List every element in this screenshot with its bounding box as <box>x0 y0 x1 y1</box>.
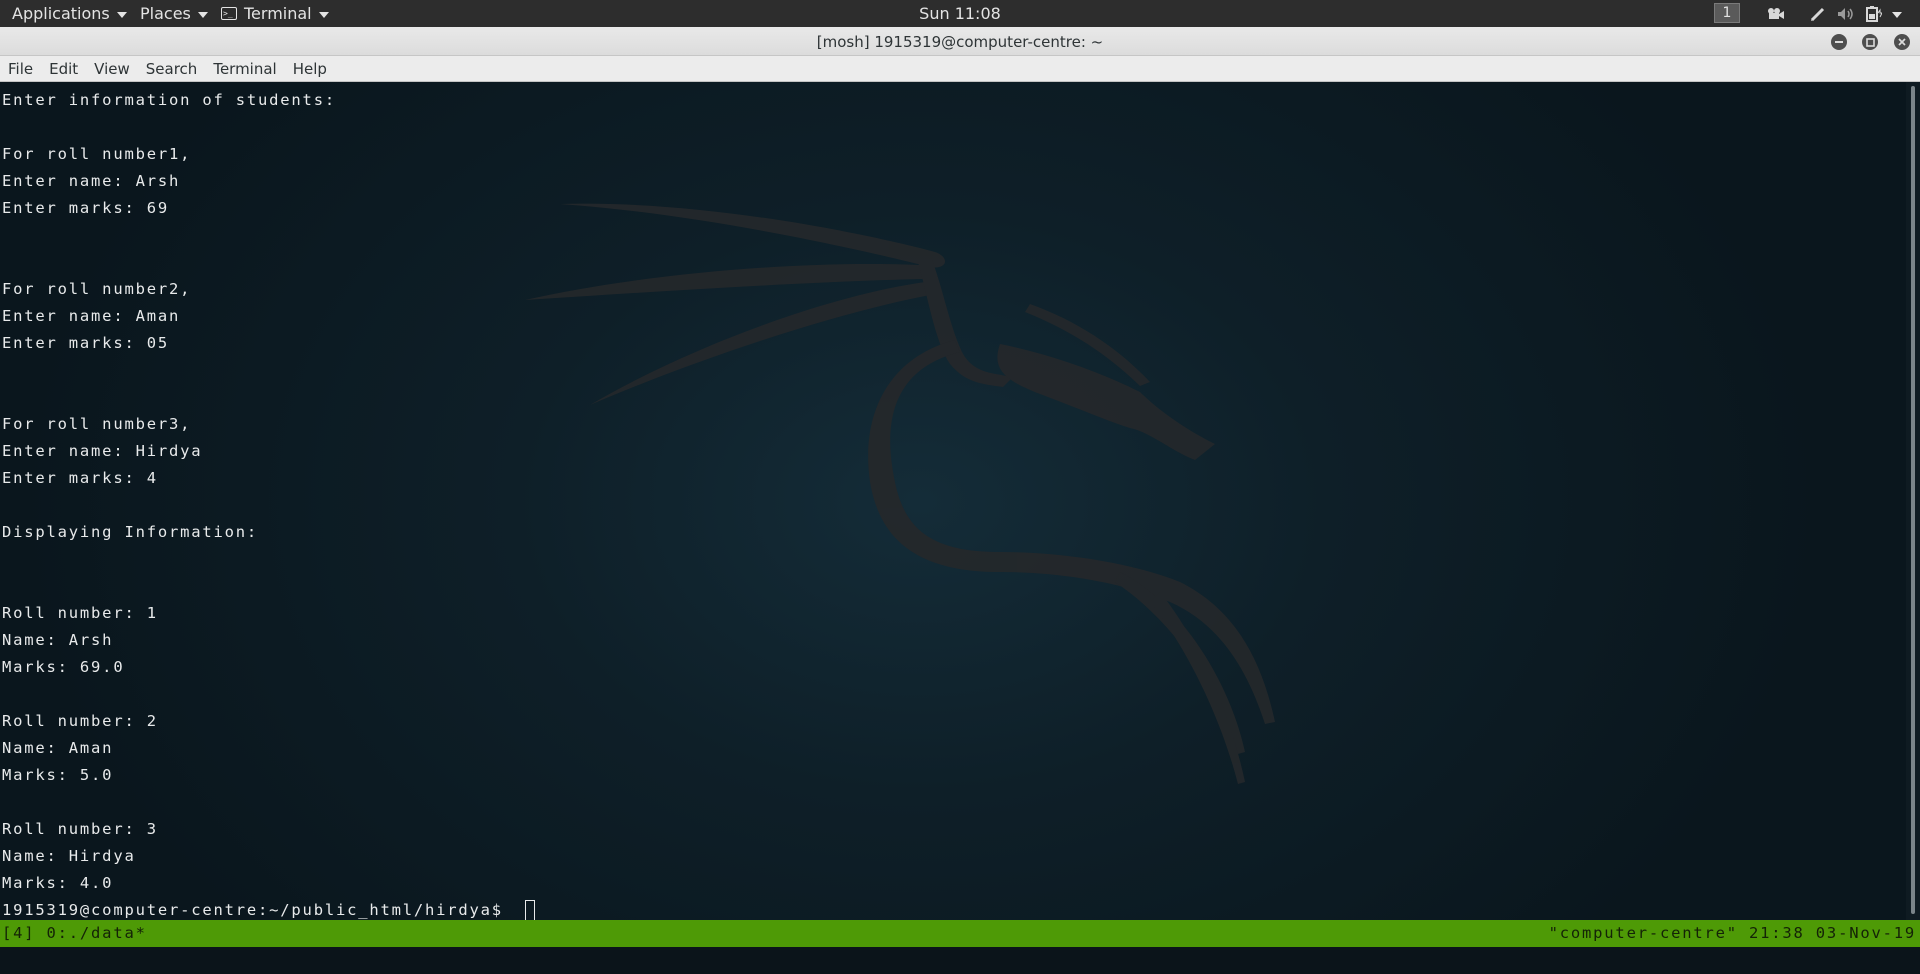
close-icon <box>1898 38 1906 46</box>
menu-edit[interactable]: Edit <box>41 60 86 78</box>
terminal-line: Enter marks: 05 <box>2 334 169 352</box>
terminal-line: Enter marks: 69 <box>2 199 169 217</box>
window-title: [mosh] 1915319@computer-centre: ~ <box>816 32 1104 51</box>
status-window-list: [4] 0:./data* <box>2 924 147 942</box>
terminal-line: Enter marks: 4 <box>2 469 158 487</box>
menu-view[interactable]: View <box>86 60 138 78</box>
maximize-icon <box>1865 37 1875 47</box>
clock-label: Sun 11:08 <box>919 4 1001 23</box>
places-label: Places <box>140 4 191 23</box>
terminal-output-area[interactable]: Enter information of students: For roll n… <box>0 82 1906 920</box>
window-titlebar[interactable]: [mosh] 1915319@computer-centre: ~ <box>0 27 1920 56</box>
status-host-time: "computer-centre" 21:38 03-Nov-19 <box>1548 924 1916 942</box>
video-camera-icon[interactable] <box>1766 0 1786 27</box>
menu-help[interactable]: Help <box>285 60 335 78</box>
chevron-down-icon <box>1892 11 1902 18</box>
chevron-down-icon <box>318 11 329 18</box>
chevron-down-icon <box>116 11 127 18</box>
terminal-line: Enter name: Arsh <box>2 172 181 190</box>
applications-label: Applications <box>12 4 110 23</box>
menu-terminal[interactable]: Terminal <box>205 60 284 78</box>
workspace-indicator[interactable]: 1 <box>1714 3 1740 23</box>
terminal-line: Marks: 69.0 <box>2 658 125 676</box>
maximize-button[interactable] <box>1862 34 1878 50</box>
terminal-line: Roll number: 1 <box>2 604 158 622</box>
battery-icon[interactable] <box>1864 0 1882 27</box>
applications-menu[interactable]: Applications <box>12 0 127 27</box>
menu-file[interactable]: File <box>0 60 41 78</box>
close-button[interactable] <box>1894 34 1910 50</box>
places-menu[interactable]: Places <box>140 0 208 27</box>
tmux-status-bar: [4] 0:./data* "computer-centre" 21:38 03… <box>0 920 1920 947</box>
pen-icon[interactable] <box>1810 0 1826 27</box>
terminal-icon: >_ <box>221 7 237 20</box>
volume-icon[interactable] <box>1836 0 1856 27</box>
terminal-line: For roll number2, <box>2 280 192 298</box>
text-cursor <box>525 900 536 920</box>
top-bar: Applications Places >_ Terminal Sun 11:0… <box>0 0 1920 27</box>
chevron-down-icon <box>197 11 208 18</box>
terminal-line: Displaying Information: <box>2 523 259 541</box>
shell-prompt: 1915319@computer-centre:~/public_html/hi… <box>2 901 515 919</box>
minimize-button[interactable] <box>1831 34 1847 50</box>
terminal-line: Name: Aman <box>2 739 114 757</box>
system-menu-caret[interactable] <box>1892 0 1902 27</box>
terminal-line: For roll number3, <box>2 415 192 433</box>
minimize-icon <box>1835 41 1843 43</box>
terminal-line: Marks: 4.0 <box>2 874 114 892</box>
terminal-line: Enter name: Aman <box>2 307 181 325</box>
terminal-line: Name: Arsh <box>2 631 114 649</box>
menu-search[interactable]: Search <box>138 60 206 78</box>
terminal-line: Marks: 5.0 <box>2 766 114 784</box>
clock[interactable]: Sun 11:08 <box>860 0 1060 27</box>
terminal-app-label: Terminal <box>244 4 312 23</box>
terminal-line: Enter information of students: <box>2 91 336 109</box>
terminal-line: For roll number1, <box>2 145 192 163</box>
terminal-scrollbar[interactable] <box>1906 82 1920 920</box>
terminal-app-menu[interactable]: >_ Terminal <box>221 0 329 27</box>
terminal-line: Roll number: 3 <box>2 820 158 838</box>
terminal-line: Enter name: Hirdya <box>2 442 203 460</box>
shell-prompt-line[interactable]: 1915319@computer-centre:~/public_html/hi… <box>2 897 536 920</box>
terminal-lines: Enter information of students: For roll n… <box>2 87 536 920</box>
terminal-line: Roll number: 2 <box>2 712 158 730</box>
scrollbar-thumb[interactable] <box>1911 86 1915 914</box>
menu-bar: File Edit View Search Terminal Help <box>0 56 1920 82</box>
terminal-line: Name: Hirdya <box>2 847 136 865</box>
